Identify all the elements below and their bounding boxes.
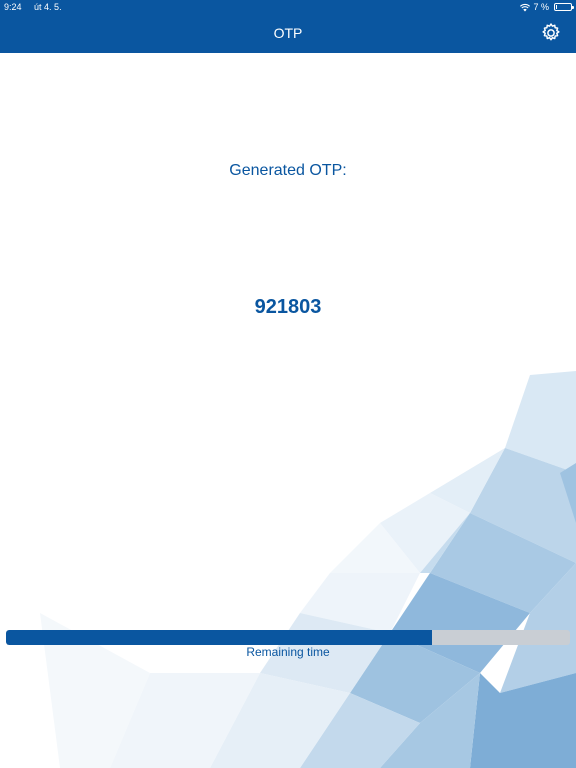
status-time: 9:24 — [4, 2, 22, 12]
otp-code: 921803 — [254, 296, 322, 318]
battery-percentage: 7 % — [533, 2, 549, 12]
status-left: 9:24 út 4. 5. — [4, 0, 72, 14]
navigation-bar: OTP — [0, 14, 576, 53]
generated-otp-label: Generated OTP: — [229, 162, 347, 179]
battery-level-fill — [556, 5, 557, 9]
remaining-time-progress-fill — [6, 630, 432, 645]
remaining-time-progress-bar — [6, 630, 570, 645]
status-right: 7 % — [520, 0, 574, 14]
page-title: OTP — [273, 25, 303, 41]
background-polygon-pattern — [40, 371, 576, 768]
gear-icon[interactable] — [540, 22, 562, 44]
battery-icon — [554, 3, 574, 11]
status-date: út 4. 5. — [34, 2, 62, 12]
remaining-time-label: Remaining time — [246, 645, 330, 659]
status-bar: 9:24 út 4. 5. 7 % — [0, 0, 576, 14]
wifi-icon — [520, 3, 531, 11]
